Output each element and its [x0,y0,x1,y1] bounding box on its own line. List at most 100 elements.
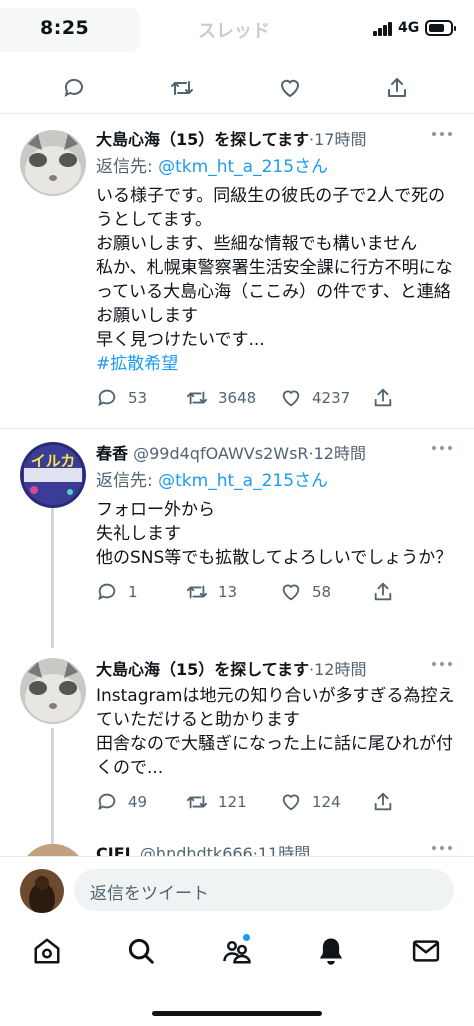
home-icon[interactable] [32,936,62,966]
reply-compose-bar: 返信をツイート [0,856,474,922]
reply-icon[interactable] [62,76,86,100]
more-options-icon[interactable] [432,662,452,668]
tweet-text: フォロー外から 失礼します 他のSNS等でも拡散してよろしいでしょうか？ [96,500,453,568]
tweet-text: いる様子です。同級生の彼氏の子で2人で死のうとしてます。 お願いします、些細な情… [96,186,453,350]
my-avatar[interactable] [20,869,64,913]
share-icon [374,582,392,601]
retweet-button[interactable]: 3648 [186,386,256,410]
retweet-count: 121 [218,793,247,811]
display-name[interactable]: 大島心海（15）を探してます [96,130,309,149]
avatar[interactable] [20,658,86,724]
like-count: 58 [312,583,332,601]
like-count: 124 [312,793,341,811]
tweet-body: 大島心海（15）を探してます·12時間 Instagramは地元の知り合いが多す… [96,656,460,816]
mention-link[interactable]: @tkm_ht_a_215さん [158,471,328,491]
reply-count: 53 [128,389,148,407]
reply-icon [98,583,116,601]
battery-level [429,24,444,32]
battery-icon [425,20,456,36]
like-button[interactable]: 4237 [280,386,350,410]
display-name[interactable]: 春香 [96,444,128,463]
home-indicator [152,1011,322,1016]
more-options-icon[interactable] [432,446,452,452]
handle[interactable]: @99d4qfOAWVs2WsR [133,444,308,463]
mention-link[interactable]: @tkm_ht_a_215さん [158,157,328,177]
thread-line [51,728,54,856]
reply-input[interactable]: 返信をツイート [74,869,454,911]
retweet-icon [186,585,208,599]
search-icon[interactable] [126,936,156,966]
retweet-count: 3648 [218,389,257,407]
reply-icon [98,389,116,407]
like-button[interactable]: 58 [280,580,331,604]
reply-placeholder: 返信をツイート [90,884,209,904]
thread-line [51,508,54,648]
status-time: 8:25 [40,17,90,39]
share-icon[interactable] [385,76,409,100]
status-bar: スレッド 8:25 4G [0,0,474,60]
communities-badge [243,934,250,941]
avatar[interactable] [20,844,86,856]
tweet-header: 春香 @99d4qfOAWVs2WsR·12時間 [96,440,460,464]
more-options-icon[interactable] [432,846,452,852]
timestamp[interactable]: 17時間 [314,130,366,149]
timestamp[interactable]: 12時間 [314,660,366,679]
tweet-header: 大島心海（15）を探してます·17時間 [96,126,460,150]
reply-count: 1 [128,583,138,601]
reply-button[interactable]: 1 [96,580,138,604]
tweet-body: 春香 @99d4qfOAWVs2WsR·12時間 返信先: @tkm_ht_a_… [96,440,460,606]
tweet-header: CIEL @hndhdtk666·11時間 [96,840,460,856]
reply-to: 返信先: @tkm_ht_a_215さん [96,466,460,492]
timestamp[interactable]: 11時間 [258,844,310,856]
header-title: スレッド [198,21,270,42]
like-icon [282,390,300,407]
tweet-header: 大島心海（15）を探してます·12時間 [96,656,460,680]
divider [0,428,474,429]
bottom-nav [0,922,474,1026]
share-icon [374,792,392,811]
like-icon [282,584,300,601]
reply-prefix: 返信先: [96,157,159,177]
avatar-text: イルカ [31,452,76,470]
more-options-icon[interactable] [432,132,452,138]
share-button[interactable] [372,790,394,814]
tweet-actions: 49 121 124 [96,790,460,816]
reply-button[interactable]: 49 [96,790,147,814]
tweet-text: Instagramは地元の知り合いが多すぎる為控えていただけると助かります 田舎… [96,686,455,778]
tweet-body: CIEL @hndhdtk666·11時間 [96,840,460,856]
signal-icon [373,22,393,36]
like-count: 4237 [312,389,351,407]
reply-button[interactable]: 53 [96,386,147,410]
like-icon[interactable] [278,76,302,100]
reply-count: 49 [128,793,148,811]
like-icon [282,794,300,811]
timestamp[interactable]: 12時間 [314,444,366,463]
reply-to: 返信先: @tkm_ht_a_215さん [96,152,460,178]
network-type: 4G [398,20,420,36]
tweet-body: 大島心海（15）を探してます·17時間 返信先: @tkm_ht_a_215さん… [96,126,460,412]
display-name[interactable]: 大島心海（15）を探してます [96,660,309,679]
retweet-count: 13 [218,583,238,601]
retweet-icon[interactable] [170,76,194,100]
tweet[interactable]: CIEL @hndhdtk666·11時間 [0,840,474,856]
tweet-actions: 1 13 58 [96,580,460,606]
tweet-actions: 53 3648 4237 [96,386,460,412]
display-name[interactable]: CIEL [96,844,135,856]
messages-icon[interactable] [411,936,441,966]
share-button[interactable] [372,580,394,604]
retweet-button[interactable]: 121 [186,790,247,814]
retweet-icon [186,795,208,809]
parent-tweet-actions [0,62,474,114]
avatar[interactable] [20,130,86,196]
like-button[interactable]: 124 [280,790,341,814]
handle[interactable]: @hndhdtk666 [140,844,253,856]
retweet-button[interactable]: 13 [186,580,237,604]
notifications-icon[interactable] [316,936,346,966]
reply-prefix: 返信先: [96,471,159,491]
reply-icon [98,793,116,811]
share-button[interactable] [372,386,394,410]
hashtag-link[interactable]: #拡散希望 [96,352,460,376]
avatar[interactable]: イルカ [20,442,86,508]
share-icon [374,388,392,407]
retweet-icon [186,391,208,405]
